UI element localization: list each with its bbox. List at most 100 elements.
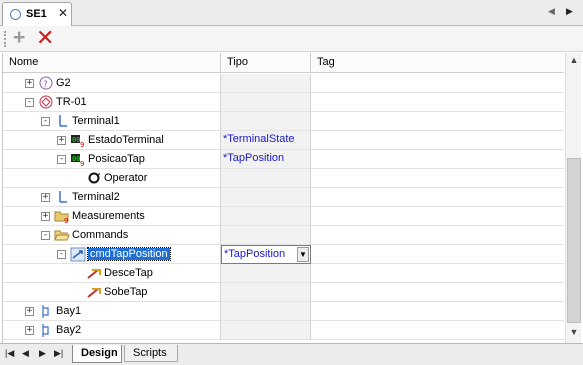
vertical-scrollbar[interactable]: ▲ ▼ [565,53,581,343]
cell-tipo[interactable] [221,264,311,283]
cell-tag[interactable] [311,226,564,245]
node-label[interactable]: Bay1 [56,305,81,317]
column-header-nome[interactable]: Nome [3,53,221,73]
cell-tag[interactable] [311,93,564,112]
cell-tipo[interactable] [221,112,311,131]
tree-row[interactable]: -00 9 PosicaoTap *TapPosition [3,150,564,169]
tab-scroll-right-icon[interactable]: ▶ [566,6,573,17]
cell-nome[interactable]: - TR-01 [3,93,221,112]
node-label[interactable]: Terminal1 [72,115,120,127]
cell-tipo[interactable] [221,188,311,207]
cell-nome[interactable]: +9 Measurements [3,207,221,226]
cell-tipo[interactable] [221,207,311,226]
cell-nome[interactable]: SobeTap [3,283,221,302]
cell-nome[interactable]: -00 9 PosicaoTap [3,150,221,169]
cell-nome[interactable]: + Bay1 [3,302,221,321]
node-label[interactable]: SobeTap [104,286,147,298]
cell-nome[interactable]: +? G2 [3,74,221,93]
cell-nome[interactable]: - Commands [3,226,221,245]
node-label[interactable]: G2 [56,77,71,89]
add-button[interactable]: + [13,27,25,49]
cell-tag[interactable] [311,188,564,207]
node-label[interactable]: PosicaoTap [88,153,145,165]
chevron-down-icon[interactable]: ▼ [297,247,309,262]
node-label[interactable]: Measurements [72,210,145,222]
cell-tipo[interactable]: *TerminalState [221,131,311,150]
tree-row[interactable]: + Terminal2 [3,188,564,207]
scroll-up-icon[interactable]: ▲ [566,55,582,69]
cell-tipo[interactable] [221,169,311,188]
collapse-icon[interactable]: - [41,231,50,240]
tree-row[interactable]: + Bay1 [3,302,564,321]
cell-nome[interactable]: + Bay2 [3,321,221,340]
cell-nome[interactable]: +00 9 EstadoTerminal [3,131,221,150]
tree-row[interactable]: +? G2 [3,74,564,93]
nav-first-icon[interactable]: |◀ [5,348,14,359]
tab-scripts[interactable]: Scripts [124,345,178,362]
tipo-dropdown[interactable]: *TapPosition ▼ [221,245,311,264]
node-label[interactable]: Bay2 [56,324,81,336]
expand-icon[interactable]: + [57,136,66,145]
collapse-icon[interactable]: - [57,155,66,164]
tab-design[interactable]: Design [72,345,122,363]
scroll-thumb[interactable] [567,158,581,323]
cell-nome[interactable]: - Terminal1 [3,112,221,131]
scroll-down-icon[interactable]: ▼ [566,327,582,341]
cell-tag[interactable] [311,169,564,188]
cell-tag[interactable] [311,74,564,93]
column-header-tipo[interactable]: Tipo [221,53,311,73]
tree-row[interactable]: +00 9 EstadoTerminal *TerminalState [3,131,564,150]
node-label[interactable]: TR-01 [56,96,87,108]
tab-scroll-left-icon[interactable]: ◀ [548,6,555,17]
collapse-icon[interactable]: - [57,250,66,259]
cell-tag[interactable] [311,302,564,321]
cell-tipo[interactable] [221,283,311,302]
cell-tipo[interactable] [221,74,311,93]
tree-row[interactable]: DesceTap [3,264,564,283]
tree-row[interactable]: - Commands [3,226,564,245]
node-label[interactable]: Terminal2 [72,191,120,203]
cell-tag[interactable] [311,150,564,169]
nav-prev-icon[interactable]: ◀ [22,348,29,359]
expand-icon[interactable]: + [41,193,50,202]
nav-last-icon[interactable]: ▶| [54,348,63,359]
cell-tipo[interactable]: *TapPosition [221,150,311,169]
node-label[interactable]: Operator [104,172,147,184]
tree-row[interactable]: +9 Measurements [3,207,564,226]
expand-icon[interactable]: + [25,326,34,335]
close-icon[interactable]: ✕ [58,6,68,20]
node-label[interactable]: cmdTapPosition [87,247,171,261]
expand-icon[interactable]: + [25,307,34,316]
toolbar-grip[interactable] [4,31,7,47]
cell-nome[interactable]: - cmdTapPosition [3,245,221,264]
tree-row[interactable]: SobeTap [3,283,564,302]
cell-tag[interactable] [311,264,564,283]
cell-tipo[interactable] [221,226,311,245]
collapse-icon[interactable]: - [41,117,50,126]
expand-icon[interactable]: + [25,79,34,88]
nav-next-icon[interactable]: ▶ [39,348,46,359]
cell-tag[interactable] [311,283,564,302]
delete-button[interactable]: ✕ [36,27,54,49]
tree-row[interactable]: + Bay2 [3,321,564,340]
node-label[interactable]: EstadoTerminal [88,134,164,146]
column-header-tag[interactable]: Tag [311,53,564,73]
cell-nome[interactable]: DesceTap [3,264,221,283]
cell-tag[interactable] [311,207,564,226]
cell-tag[interactable] [311,112,564,131]
cell-tipo[interactable] [221,321,311,340]
expand-icon[interactable]: + [41,212,50,221]
tree-row[interactable]: - cmdTapPosition *TapPosition ▼ [3,245,564,264]
tree-row[interactable]: Operator [3,169,564,188]
cell-tag[interactable] [311,321,564,340]
tree-row[interactable]: - Terminal1 [3,112,564,131]
cell-nome[interactable]: + Terminal2 [3,188,221,207]
cell-nome[interactable]: Operator [3,169,221,188]
cell-tag[interactable] [311,131,564,150]
node-label[interactable]: DesceTap [104,267,153,279]
node-label[interactable]: Commands [72,229,128,241]
tree-row[interactable]: - TR-01 [3,93,564,112]
collapse-icon[interactable]: - [25,98,34,107]
cell-tipo[interactable] [221,302,311,321]
tab-se1[interactable]: SE1 ✕ [2,2,72,26]
